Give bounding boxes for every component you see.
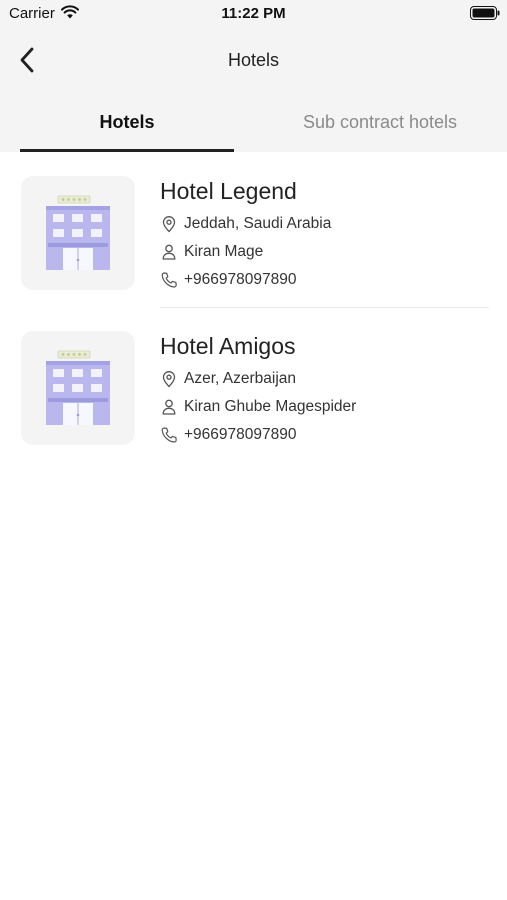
clock: 11:22 PM [221, 5, 286, 22]
hotel-location: Azer, Azerbaijan [160, 368, 296, 390]
hotel-building-icon [46, 350, 110, 425]
hotel-phone-text: +966978097890 [184, 271, 297, 288]
hotel-name: Hotel Amigos [160, 333, 296, 359]
hotel-contact: Kiran Mage [160, 241, 263, 263]
hotel-contact-text: Kiran Ghube Magespider [184, 398, 357, 415]
navigation-bar: Hotels [0, 36, 507, 84]
tab-hotels[interactable]: Hotels [20, 100, 234, 152]
hotel-phone: +966978097890 [160, 424, 297, 446]
hotel-thumbnail [21, 176, 135, 290]
person-icon [162, 399, 176, 415]
hotel-card[interactable]: Hotel Amigos Azer, Azerbaijan Kiran Ghub… [0, 307, 507, 462]
location-pin-icon [162, 216, 176, 233]
tab-sub-contract-hotels[interactable]: Sub contract hotels [260, 100, 500, 152]
hotel-name: Hotel Legend [160, 178, 297, 204]
location-pin-icon [162, 371, 176, 388]
hotel-phone-text: +966978097890 [184, 426, 297, 443]
page-title: Hotels [227, 50, 280, 70]
phone-icon [161, 272, 177, 288]
phone-icon [161, 427, 177, 443]
hotel-contact: Kiran Ghube Magespider [160, 396, 356, 418]
person-icon [162, 244, 176, 260]
tab-hotels-label: Hotels [99, 112, 155, 132]
hotel-card[interactable]: Hotel Legend Jeddah, Saudi Arabia Kiran … [0, 152, 507, 308]
hotel-location-text: Azer, Azerbaijan [184, 370, 297, 387]
status-bar: Carrier 11:22 PM [0, 0, 507, 28]
hotel-phone: +966978097890 [160, 269, 297, 291]
hotel-contact-text: Kiran Mage [184, 243, 264, 260]
hotel-location-text: Jeddah, Saudi Arabia [184, 215, 332, 232]
hotel-thumbnail [21, 331, 135, 445]
hotel-list: Hotel Legend Jeddah, Saudi Arabia Kiran … [0, 152, 507, 462]
battery-icon [470, 6, 500, 20]
tab-bar: Hotels Sub contract hotels [0, 100, 507, 152]
tab-sub-contract-label: Sub contract hotels [302, 112, 458, 132]
hotel-building-icon [46, 195, 110, 270]
hotel-location: Jeddah, Saudi Arabia [160, 213, 331, 235]
header-area: Carrier 11:22 PM Hotels Hotels Sub contr… [0, 0, 507, 152]
